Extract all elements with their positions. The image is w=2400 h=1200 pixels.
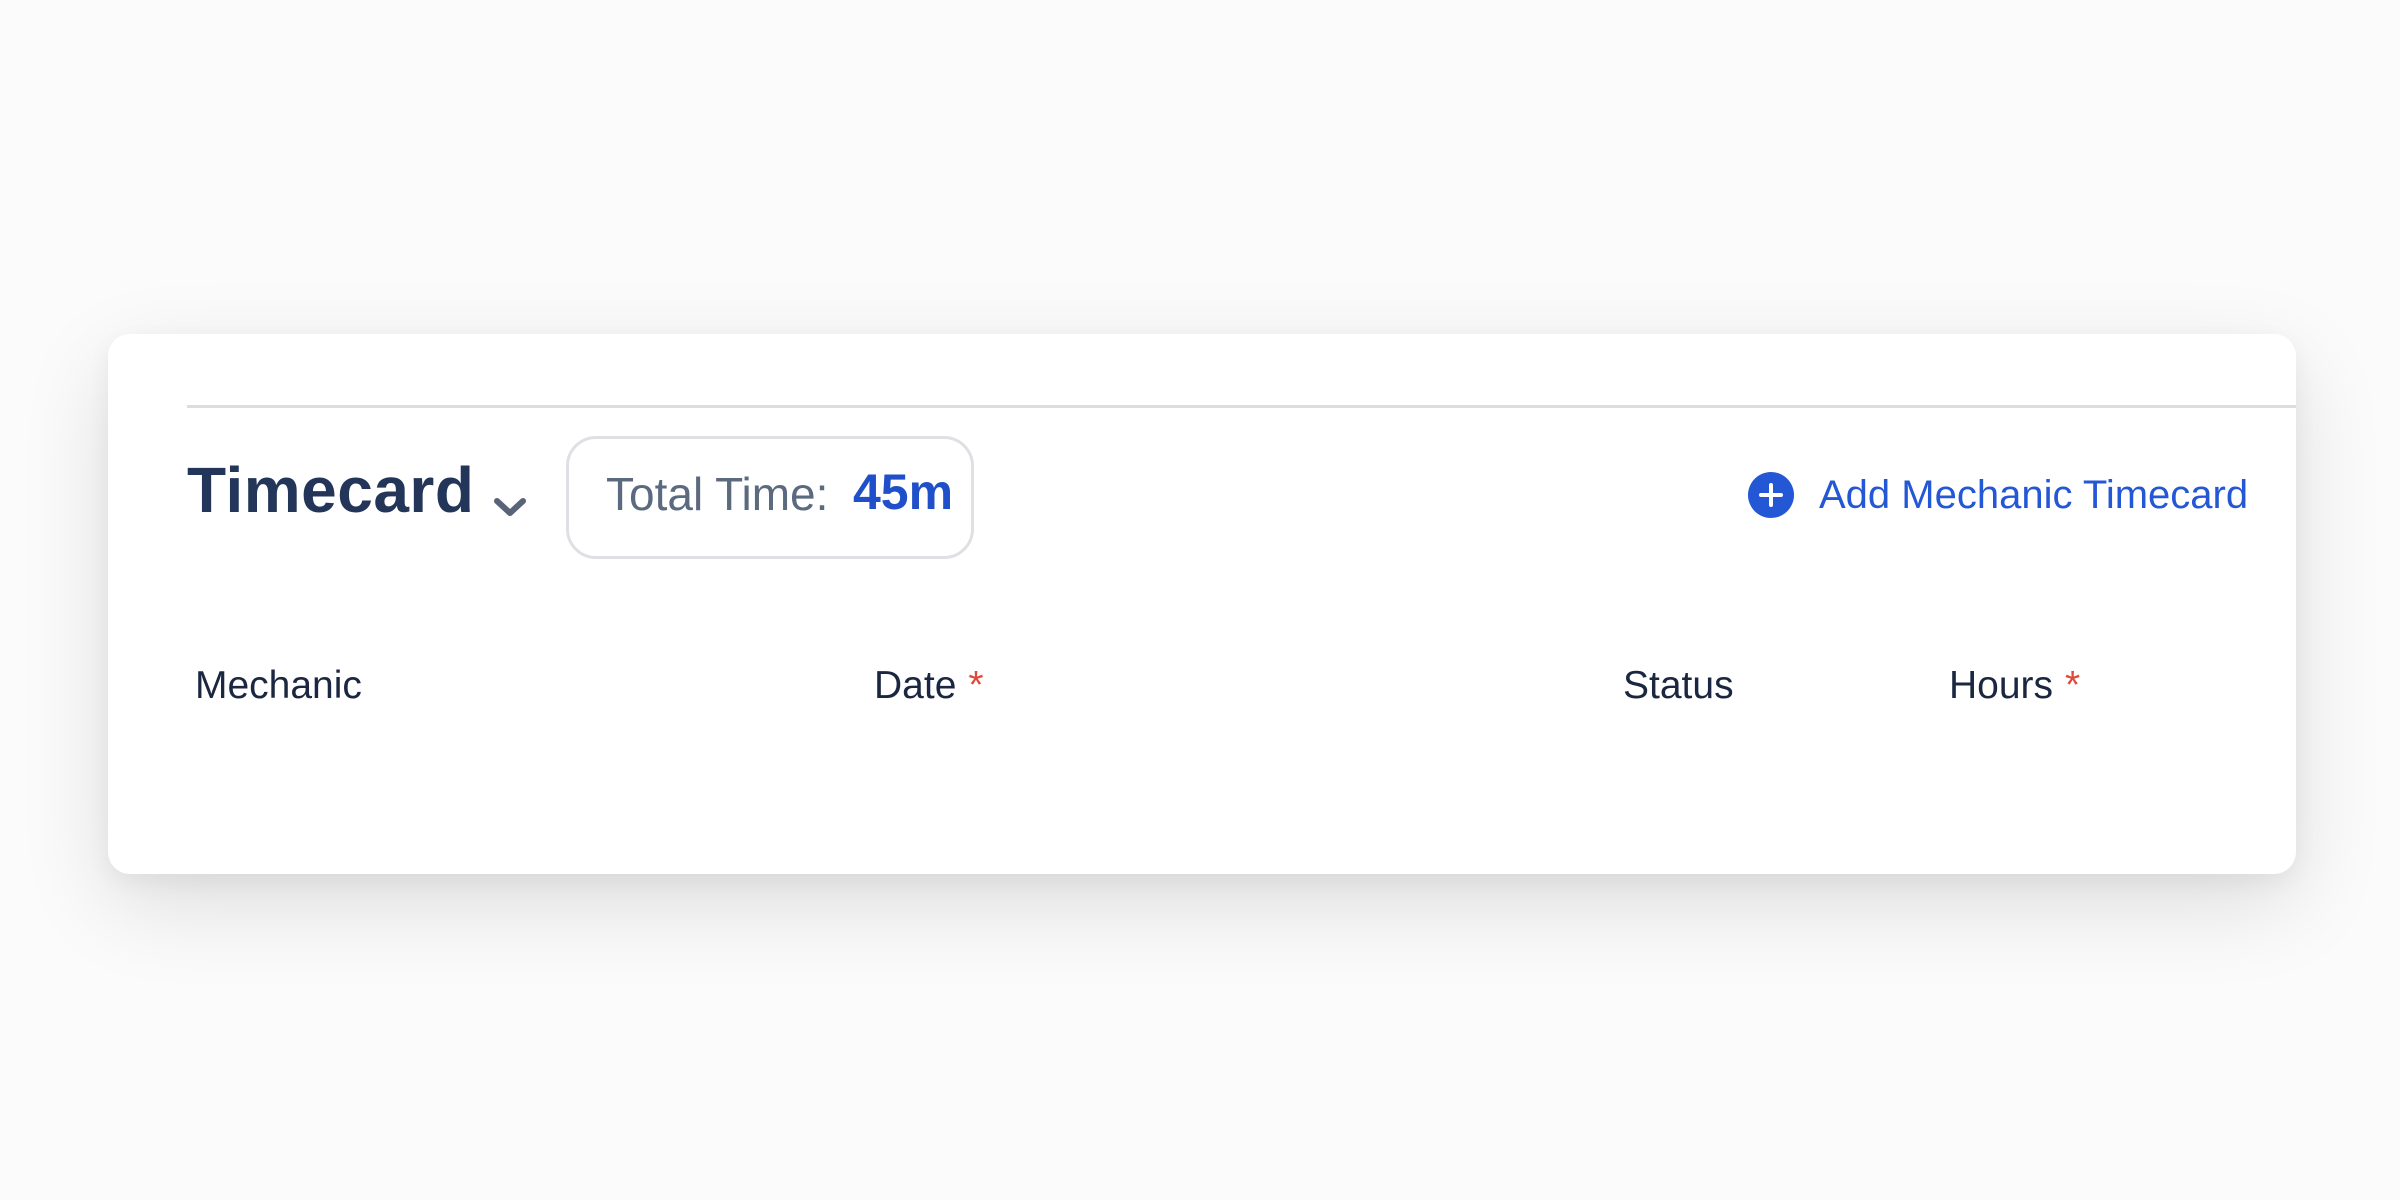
add-mechanic-timecard-label: Add Mechanic Timecard <box>1819 473 2249 517</box>
column-header-mechanic: Mechanic <box>195 666 362 705</box>
column-header-hours: Hours * <box>1949 666 2080 705</box>
column-header-label: Date <box>874 664 957 707</box>
column-header-label: Hours <box>1949 664 2054 707</box>
plus-circle-icon <box>1748 472 1794 518</box>
timecard-panel: Timecard Total Time: 45m Add Mechanic Ti… <box>108 334 2296 874</box>
required-marker: * <box>2065 664 2081 707</box>
add-mechanic-timecard-button[interactable]: Add Mechanic Timecard <box>1748 470 2248 520</box>
column-header-label: Mechanic <box>195 664 362 707</box>
required-marker: * <box>968 664 984 707</box>
column-header-label: Status <box>1623 664 1734 707</box>
column-header-status: Status <box>1623 666 1734 705</box>
section-divider <box>187 405 2296 408</box>
column-header-date: Date * <box>874 666 984 705</box>
total-time-badge: Total Time: 45m <box>566 436 974 559</box>
chevron-down-icon[interactable] <box>492 494 528 520</box>
timecard-title[interactable]: Timecard <box>187 458 474 522</box>
total-time-value: 45m <box>853 464 954 520</box>
total-time-label: Total Time: <box>606 468 829 520</box>
